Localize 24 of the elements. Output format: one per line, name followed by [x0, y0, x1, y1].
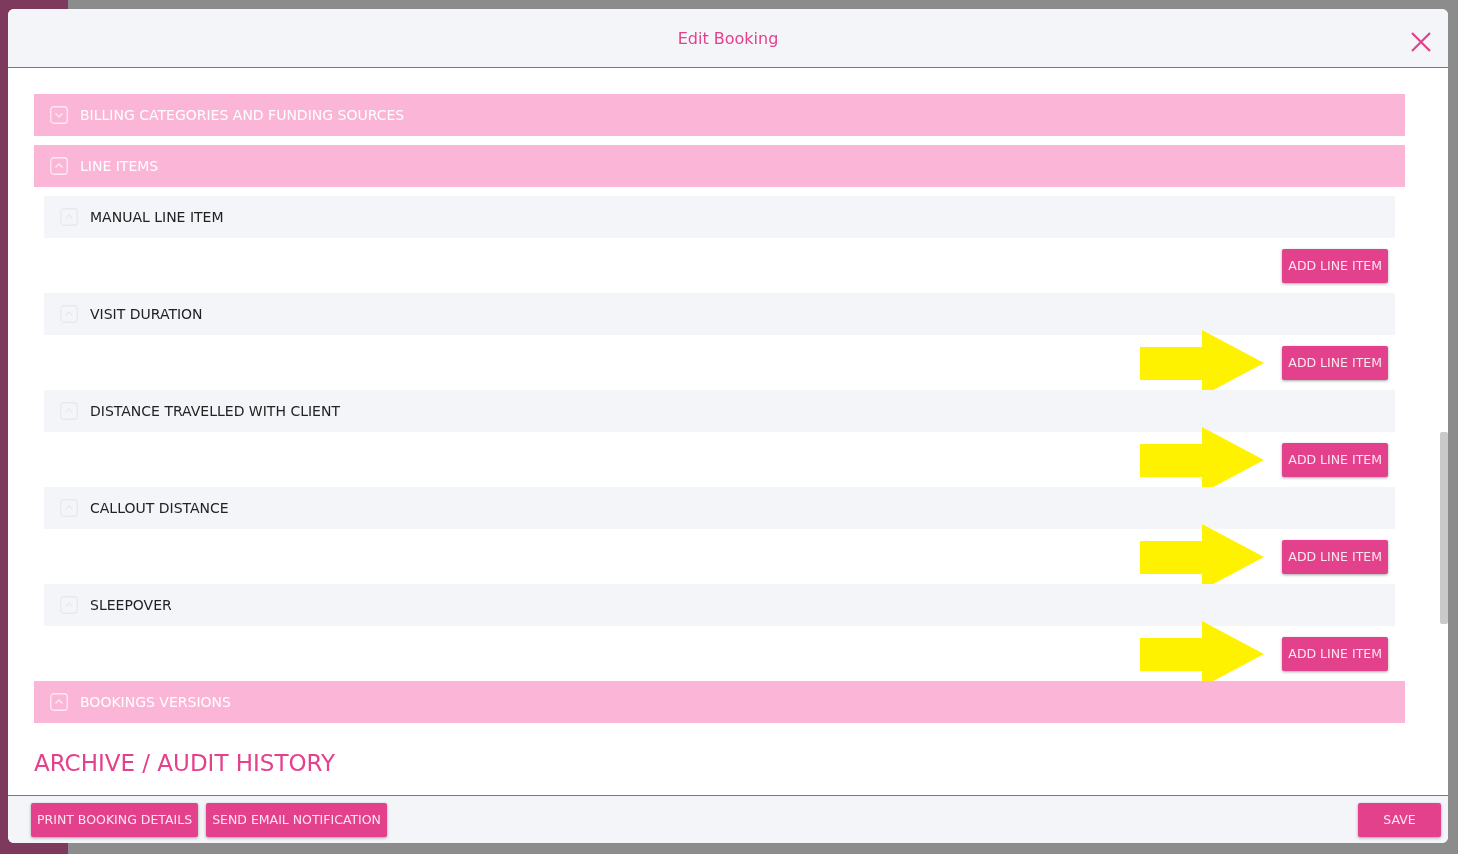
add-line-item-button[interactable]: ADD LINE ITEM	[1282, 539, 1388, 574]
close-icon[interactable]	[1410, 31, 1432, 53]
add-line-item-button[interactable]: ADD LINE ITEM	[1282, 248, 1388, 283]
scrollbar-thumb[interactable]	[1440, 432, 1448, 624]
chevron-down-icon[interactable]	[50, 106, 68, 124]
add-line-item-button[interactable]: ADD LINE ITEM	[1282, 636, 1388, 671]
line-item-label: VISIT DURATION	[90, 306, 203, 322]
section-header[interactable]: BILLING CATEGORIES AND FUNDING SOURCES	[34, 94, 1405, 136]
section-header[interactable]: BOOKINGS VERSIONS	[34, 681, 1405, 723]
section-title: BILLING CATEGORIES AND FUNDING SOURCES	[80, 107, 405, 123]
add-line-item-button[interactable]: ADD LINE ITEM	[1282, 442, 1388, 477]
add-line-item-button[interactable]: ADD LINE ITEM	[1282, 345, 1388, 380]
dialog-title: Edit Booking	[677, 28, 779, 48]
section-title: BOOKINGS VERSIONS	[80, 694, 231, 710]
line-item-label: MANUAL LINE ITEM	[90, 209, 224, 225]
section-title: LINE ITEMS	[80, 158, 159, 174]
footer-button[interactable]: SEND EMAIL NOTIFICATION	[206, 802, 387, 837]
save-button[interactable]: SAVE	[1358, 802, 1441, 837]
section-heading: ARCHIVE / AUDIT HISTORY	[34, 750, 337, 776]
line-item-label: DISTANCE TRAVELLED WITH CLIENT	[90, 403, 340, 419]
section-header[interactable]: LINE ITEMS	[34, 145, 1405, 187]
line-item-label: CALLOUT DISTANCE	[90, 500, 229, 516]
line-item-label: SLEEPOVER	[90, 597, 172, 613]
footer-button[interactable]: PRINT BOOKING DETAILS	[31, 802, 199, 837]
